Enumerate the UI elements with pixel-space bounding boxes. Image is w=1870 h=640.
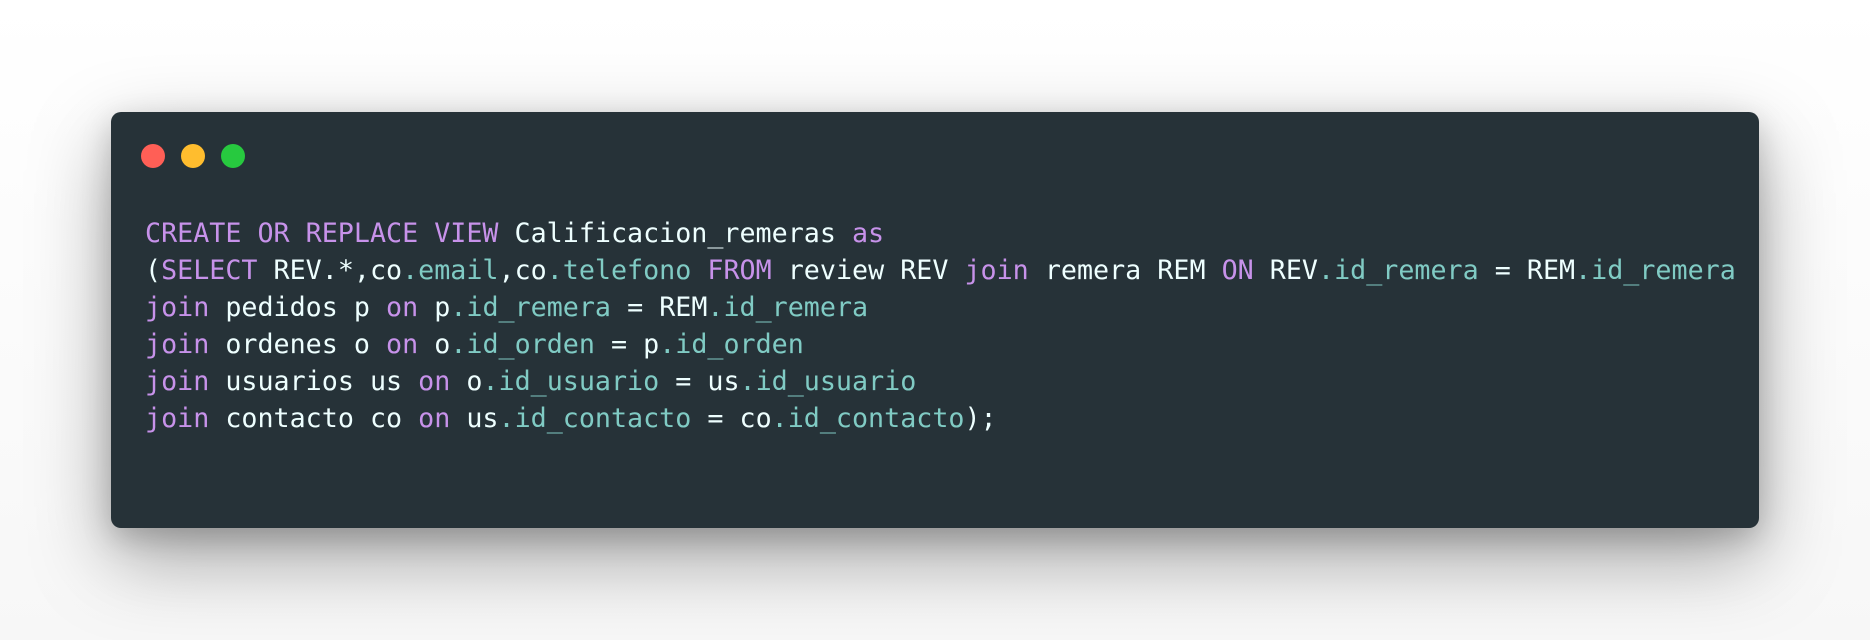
code-text: usuarios us [209,366,419,397]
code-keyword: join [145,292,210,323]
code-property: .id_usuario [739,366,917,397]
code-text: review REV [771,255,965,286]
canvas-background: CREATE OR REPLACE VIEW Calificacion_reme… [0,0,1870,640]
code-keyword: on [386,292,419,323]
code-keyword: on [386,329,419,360]
code-text: ordenes o [209,329,387,360]
code-keyword: on [418,366,451,397]
code-text: ,co [498,255,547,286]
code-text: Calificacion_remeras [498,218,852,249]
code-keyword: CREATE OR REPLACE VIEW [145,218,499,249]
code-block: CREATE OR REPLACE VIEW Calificacion_reme… [145,215,1743,437]
minimize-dot-icon [181,144,205,168]
code-line: join usuarios us on o.id_usuario = us.id… [145,363,1743,400]
code-line: join contacto co on us.id_contacto = co.… [145,400,1743,437]
code-keyword: join [145,403,210,434]
code-keyword: join [145,329,210,360]
window-controls [141,144,245,168]
code-text: us [450,403,499,434]
code-keyword: FROM [707,255,772,286]
code-line: join pedidos p on p.id_remera = REM.id_r… [145,289,1743,326]
code-text: = REM [1478,255,1576,286]
code-text: contacto co [209,403,419,434]
code-property: .id_remera [450,292,611,323]
code-text: p [418,292,451,323]
code-keyword: join [145,366,210,397]
code-keyword: on [418,403,451,434]
code-property: .id_orden [659,329,804,360]
code-property: .id_remera [1318,255,1479,286]
code-text: = p [594,329,660,360]
code-text: o [450,366,483,397]
code-text: ); [964,403,997,434]
code-keyword: ON [1221,255,1254,286]
code-line: join ordenes o on o.id_orden = p.id_orde… [145,326,1743,363]
code-property: .id_contacto [771,403,965,434]
maximize-dot-icon [221,144,245,168]
code-window: CREATE OR REPLACE VIEW Calificacion_reme… [111,112,1759,528]
close-dot-icon [141,144,165,168]
code-text: remera REM [1028,255,1222,286]
code-property: .id_remera [707,292,869,323]
code-line: (SELECT REV.*,co.email,co.telefono FROM … [145,252,1743,289]
code-text: o [418,329,451,360]
code-text: REV [1253,255,1318,286]
code-text: = us [659,366,740,397]
code-text: ( [145,255,162,286]
code-text: pedidos p [209,292,387,323]
code-property: .telefono [546,255,692,286]
code-property: .id_orden [450,329,595,360]
code-property: .id_usuario [482,366,660,397]
code-keyword: join [964,255,1029,286]
code-text: = REM [611,292,708,323]
code-text: REV.*,co [257,255,403,286]
code-line: CREATE OR REPLACE VIEW Calificacion_reme… [145,215,1743,252]
code-text: = co [691,403,772,434]
code-property: .id_contacto [498,403,692,434]
code-property: .id_remera [1575,255,1736,286]
code-keyword: SELECT [161,255,258,286]
code-property: .email [402,255,499,286]
code-keyword: as [851,218,885,249]
